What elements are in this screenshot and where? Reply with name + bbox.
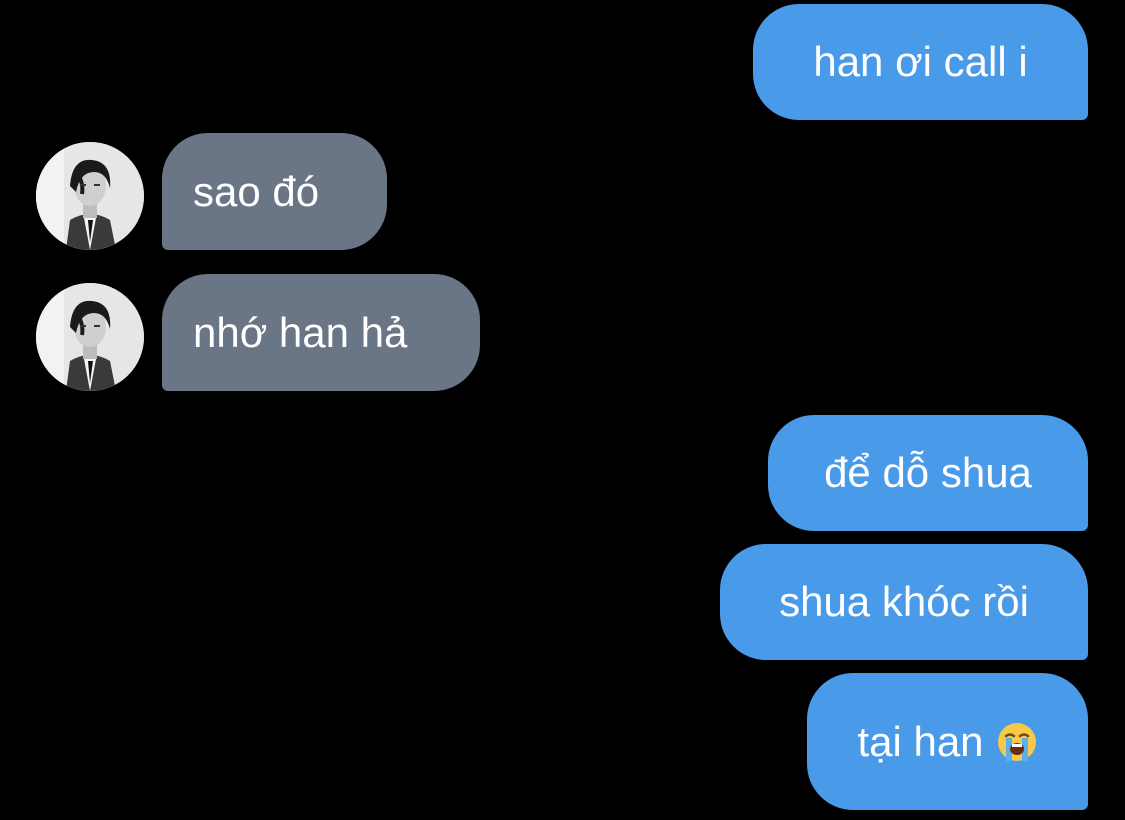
avatar[interactable]: [36, 142, 144, 250]
message-bubble-outgoing[interactable]: tại han: [807, 673, 1088, 810]
message-bubble-incoming[interactable]: sao đó: [162, 133, 387, 250]
message-text: han ơi call i: [813, 38, 1028, 85]
message-text: nhớ han hả: [193, 308, 408, 356]
avatar-photo: [36, 283, 144, 391]
message-text: shua khóc rồi: [779, 578, 1029, 625]
message-bubble-outgoing[interactable]: shua khóc rồi: [720, 544, 1088, 660]
message-text: tại han: [857, 717, 984, 765]
loudly-crying-face-icon: [996, 721, 1038, 763]
message-text: để dỗ shua: [824, 449, 1032, 496]
avatar[interactable]: [36, 283, 144, 391]
message-bubble-outgoing[interactable]: han ơi call i: [753, 4, 1088, 120]
message-text: sao đó: [193, 167, 320, 215]
message-bubble-incoming[interactable]: nhớ han hả: [162, 274, 480, 391]
message-bubble-outgoing[interactable]: để dỗ shua: [768, 415, 1088, 531]
avatar-photo: [36, 142, 144, 250]
